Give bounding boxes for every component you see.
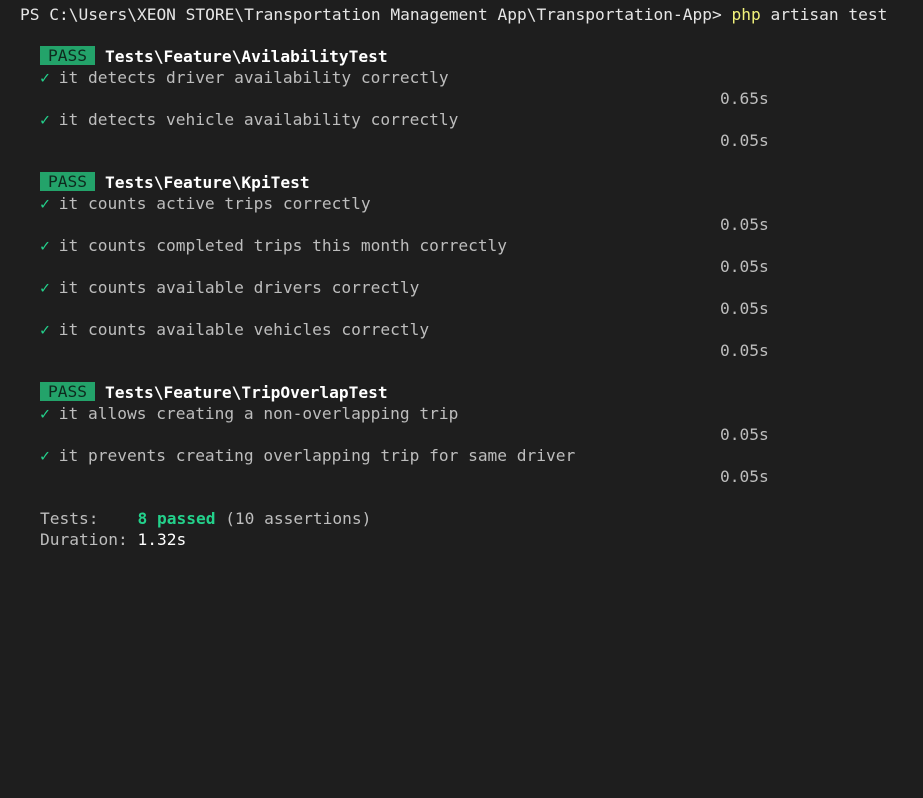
test-description: it counts active trips correctly bbox=[58, 194, 371, 213]
tests-label: Tests: bbox=[40, 509, 99, 528]
prompt-args: artisan test bbox=[770, 5, 888, 24]
check-icon: ✓ bbox=[40, 236, 50, 255]
test-description: it counts completed trips this month cor… bbox=[58, 236, 508, 255]
test-row: ✓ it detects driver availability correctl… bbox=[40, 67, 449, 88]
test-duration: 0.05s bbox=[720, 131, 769, 150]
test-description: it counts available drivers correctly bbox=[58, 278, 420, 297]
duration-label: Duration: bbox=[40, 530, 128, 549]
check-icon: ✓ bbox=[40, 278, 50, 297]
assertions-count: (10 assertions) bbox=[225, 509, 372, 528]
check-icon: ✓ bbox=[40, 446, 50, 465]
suite-name: Tests\Feature\TripOverlapTest bbox=[104, 383, 388, 402]
test-description: it counts available vehicles correctly bbox=[58, 320, 430, 339]
pass-badge: PASS bbox=[40, 172, 95, 191]
test-row: ✓ it counts available drivers correctly bbox=[40, 277, 419, 298]
check-icon: ✓ bbox=[40, 404, 50, 423]
suite-header: PASS Tests\Feature\TripOverlapTest bbox=[40, 382, 388, 403]
duration-summary: Duration: 1.32s bbox=[40, 529, 186, 550]
total-duration: 1.32s bbox=[137, 530, 187, 549]
check-icon: ✓ bbox=[40, 110, 50, 129]
test-row: ✓ it counts active trips correctly bbox=[40, 193, 371, 214]
prompt-command: php bbox=[731, 5, 761, 24]
shell-prompt: PS C:\Users\XEON STORE\Transportation Ma… bbox=[20, 4, 887, 25]
pass-badge: PASS bbox=[40, 46, 95, 65]
tests-summary: Tests: 8 passed (10 assertions) bbox=[40, 508, 371, 529]
pass-badge: PASS bbox=[40, 382, 95, 401]
test-row: ✓ it allows creating a non-overlapping tr… bbox=[40, 403, 458, 424]
suite-name: Tests\Feature\AvilabilityTest bbox=[104, 47, 388, 66]
test-duration: 0.05s bbox=[720, 467, 769, 486]
check-icon: ✓ bbox=[40, 320, 50, 339]
check-icon: ✓ bbox=[40, 68, 50, 87]
test-duration: 0.05s bbox=[720, 215, 769, 234]
check-icon: ✓ bbox=[40, 194, 50, 213]
test-description: it allows creating a non-overlapping tri… bbox=[58, 404, 459, 423]
test-duration: 0.05s bbox=[720, 341, 769, 360]
test-description: it detects vehicle availability correctl… bbox=[58, 110, 459, 129]
passed-count: 8 passed bbox=[137, 509, 216, 528]
test-description: it detects driver availability correctly bbox=[58, 68, 449, 87]
test-duration: 0.65s bbox=[720, 89, 769, 108]
test-duration: 0.05s bbox=[720, 299, 769, 318]
terminal-output: PS C:\Users\XEON STORE\Transportation Ma… bbox=[0, 5, 923, 703]
test-duration: 0.05s bbox=[720, 425, 769, 444]
test-row: ✓ it detects vehicle availability correct… bbox=[40, 109, 458, 130]
test-row: ✓ it counts available vehicles correctly bbox=[40, 319, 429, 340]
suite-header: PASS Tests\Feature\KpiTest bbox=[40, 172, 310, 193]
prompt-path: PS C:\Users\XEON STORE\Transportation Ma… bbox=[20, 5, 722, 24]
test-row: ✓ it prevents creating overlapping trip f… bbox=[40, 445, 575, 466]
suite-name: Tests\Feature\KpiTest bbox=[104, 173, 310, 192]
test-description: it prevents creating overlapping trip fo… bbox=[58, 446, 576, 465]
suite-header: PASS Tests\Feature\AvilabilityTest bbox=[40, 46, 388, 67]
test-row: ✓ it counts completed trips this month co… bbox=[40, 235, 507, 256]
test-duration: 0.05s bbox=[720, 257, 769, 276]
